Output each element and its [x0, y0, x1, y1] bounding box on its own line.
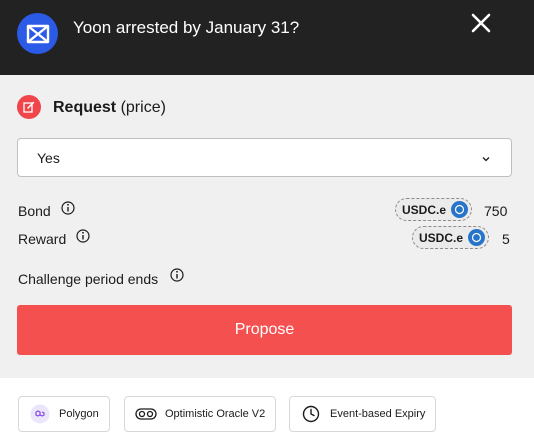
uma-logo-icon [17, 13, 58, 54]
reward-token: USDC.e [419, 230, 464, 245]
info-icon[interactable] [170, 268, 184, 282]
propose-button[interactable]: Propose [17, 305, 512, 355]
chip-oracle: Optimistic Oracle V2 [124, 396, 277, 432]
answer-select[interactable]: Yes [17, 138, 512, 177]
info-icon[interactable] [61, 201, 75, 215]
modal-header: Yoon arrested by January 31? [0, 0, 534, 75]
bond-label: Bond [18, 203, 51, 219]
usdc-icon [451, 201, 469, 218]
challenge-period-label: Challenge period ends [18, 271, 159, 287]
bond-token: USDC.e [402, 202, 447, 217]
chevron-down-icon [481, 151, 491, 169]
request-heading: Request (price) [53, 99, 166, 117]
info-icon[interactable] [76, 229, 90, 243]
edit-icon [17, 95, 41, 119]
request-type: (price) [120, 99, 166, 116]
chip-network-label: Polygon [59, 408, 99, 420]
close-icon[interactable] [466, 8, 496, 38]
chip-expiry: Event-based Expiry [289, 396, 437, 432]
answer-select-value: Yes [37, 150, 60, 166]
reward-amount: 5 [502, 231, 510, 247]
bond-token-badge: USDC.e [395, 198, 473, 221]
polygon-icon [29, 403, 51, 425]
clock-icon [300, 403, 322, 425]
usdc-icon [468, 229, 486, 246]
request-label: Request [53, 99, 117, 116]
modal-footer: Polygon Optimistic Oracle V2 Event-based… [0, 378, 534, 447]
chip-network: Polygon [18, 396, 110, 432]
chip-oracle-label: Optimistic Oracle V2 [165, 408, 266, 420]
bond-amount: 750 [484, 203, 508, 219]
reward-label: Reward [18, 231, 67, 247]
request-panel: Request (price) Yes Bond USDC.e 750 Rewa… [0, 75, 534, 378]
chip-expiry-label: Event-based Expiry [330, 408, 426, 420]
modal-title: Yoon arrested by January 31? [73, 18, 300, 37]
oracle-icon [135, 403, 157, 425]
reward-token-badge: USDC.e [412, 226, 490, 249]
